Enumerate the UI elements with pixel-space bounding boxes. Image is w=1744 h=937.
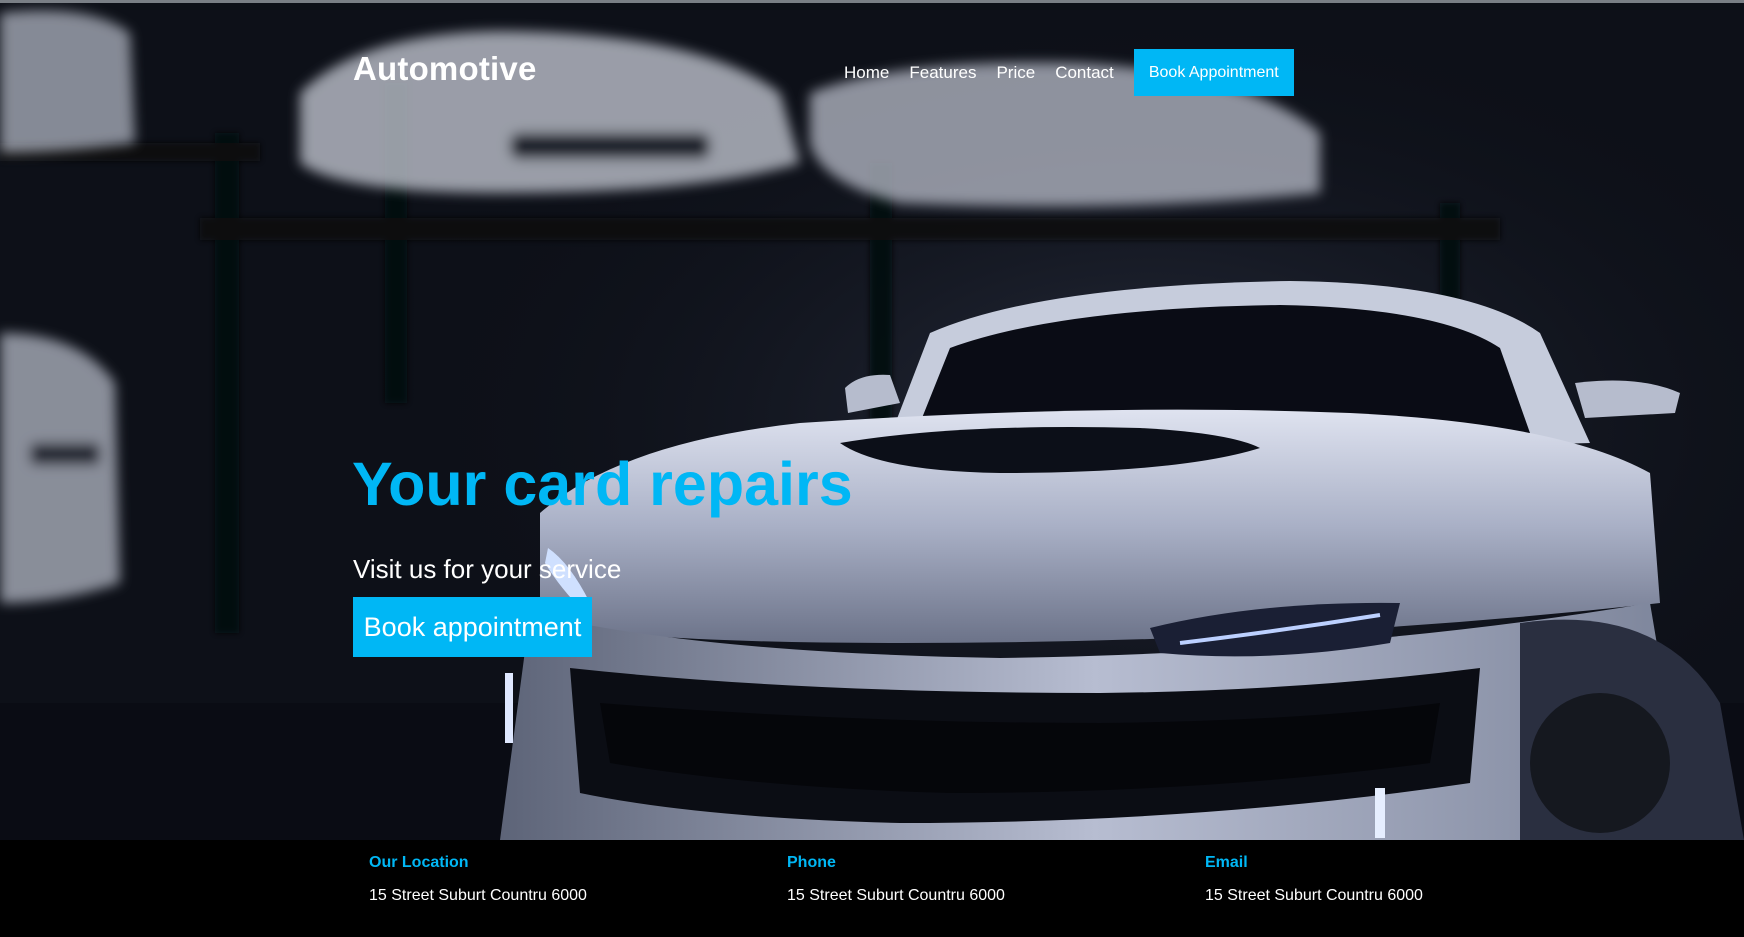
footer-email-value: 15 Street Suburt Countru 6000 xyxy=(1205,887,1423,904)
hero-tagline: Visit us for your service xyxy=(353,554,622,584)
hero-background-image xyxy=(0,3,1744,840)
hero-headline: Your card repairs xyxy=(352,450,853,518)
nav-contact[interactable]: Contact xyxy=(1055,50,1114,96)
footer-phone-title: Phone xyxy=(787,854,836,871)
book-appointment-hero-button[interactable]: Book appointment xyxy=(353,597,592,657)
footer-location-value: 15 Street Suburt Countru 6000 xyxy=(369,887,587,904)
footer-email-title: Email xyxy=(1205,854,1248,871)
main-nav: Home Features Price Contact Book Appoint… xyxy=(844,49,1294,96)
browser-top-border xyxy=(0,0,1744,3)
footer-phone: Phone 15 Street Suburt Countru 6000 xyxy=(787,854,1005,905)
book-appointment-nav-button[interactable]: Book Appointment xyxy=(1133,49,1294,96)
page: Automotive Home Features Price Contact B… xyxy=(0,0,1744,937)
hero-section: Automotive Home Features Price Contact B… xyxy=(0,3,1744,840)
footer-location-title: Our Location xyxy=(369,854,469,871)
footer-location: Our Location 15 Street Suburt Countru 60… xyxy=(369,854,587,905)
nav-home[interactable]: Home xyxy=(844,50,889,96)
footer-phone-value: 15 Street Suburt Countru 6000 xyxy=(787,887,1005,904)
nav-features[interactable]: Features xyxy=(909,50,976,96)
footer: Our Location 15 Street Suburt Countru 60… xyxy=(0,840,1744,937)
brand-logo[interactable]: Automotive xyxy=(353,50,537,88)
footer-email: Email 15 Street Suburt Countru 6000 xyxy=(1205,854,1423,905)
nav-price[interactable]: Price xyxy=(996,50,1035,96)
